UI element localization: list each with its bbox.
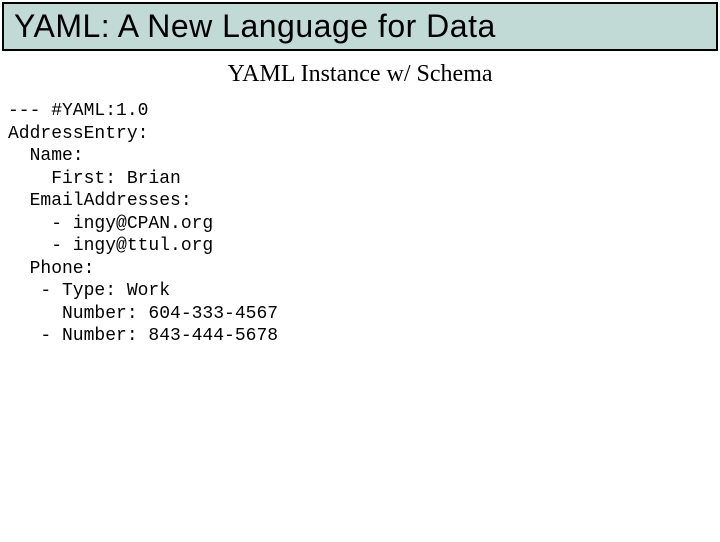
- subtitle: YAML Instance w/ Schema: [0, 53, 720, 98]
- page-title: YAML: A New Language for Data: [14, 8, 706, 45]
- page-header: YAML: A New Language for Data: [2, 2, 718, 51]
- yaml-code-block: --- #YAML:1.0 AddressEntry: Name: First:…: [0, 98, 720, 350]
